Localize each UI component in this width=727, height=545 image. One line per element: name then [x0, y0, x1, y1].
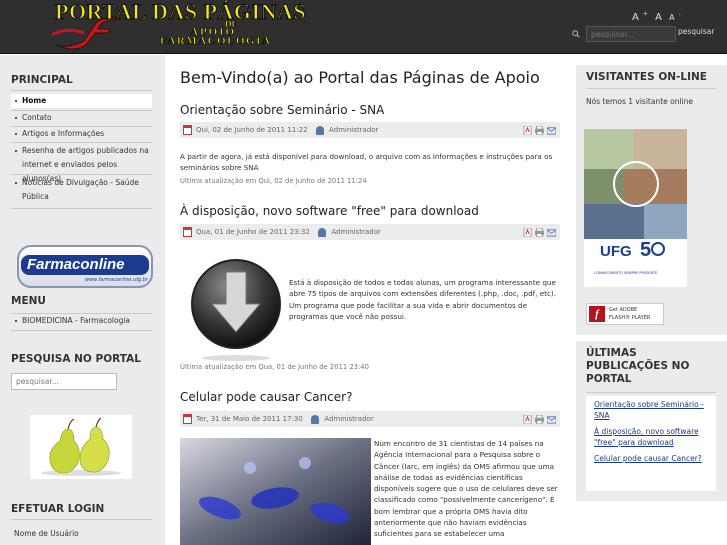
ufg-logo-text: UFG: [600, 243, 632, 260]
email-icon[interactable]: [547, 415, 556, 424]
article-date: Qua, 01 de Junho de 2011 23:32: [196, 228, 310, 236]
header-search-input[interactable]: [586, 26, 676, 42]
article-updated-1: Última atualização em Qui, 02 de Junho d…: [180, 177, 367, 185]
ufg-slogan: CONHECIMENTO SEMPRE PRESENTE: [594, 271, 658, 275]
article-author: Administrador: [331, 228, 381, 236]
menu-item-artigos[interactable]: Artigos e Informações: [11, 127, 152, 141]
flash-box: f Get ADOBE FLASH® PLAYER: [576, 301, 727, 335]
pdf-icon[interactable]: [523, 228, 532, 237]
pears-icon: [41, 417, 121, 476]
article-body-2: Está à disposição de todos e todas aluna…: [289, 278, 557, 321]
page-title: Bem-Vindo(a) ao Portal das Páginas de Ap…: [180, 68, 540, 87]
article-date: Ter, 31 de Maio de 2011 17:30: [196, 415, 303, 423]
flash-icon: f: [589, 306, 605, 322]
article-title-2[interactable]: À disposição, novo software "free" para …: [180, 204, 479, 218]
article-meta-3: Ter, 31 de Maio de 2011 17:30 Administra…: [180, 411, 560, 427]
ufg-collage-image: [584, 129, 687, 239]
latest-title: ÚLTIMAS PUBLICAÇÕES NO PORTAL: [586, 347, 690, 385]
latest-item-2[interactable]: À disposição, novo software "free" para …: [594, 426, 714, 448]
search-portal-title: PESQUISA NO PORTAL: [11, 353, 141, 365]
article-updated-2: Última atualização em Qua, 01 de Junho d…: [180, 363, 369, 371]
calendar-icon: [183, 227, 192, 237]
menu-item-biomedicina[interactable]: BIOMEDICINA - Farmacologia: [11, 314, 152, 328]
logo-line-1: PORTAL DAS PÁGINAS: [54, 0, 307, 25]
email-icon[interactable]: [547, 126, 556, 135]
print-icon[interactable]: [535, 415, 544, 424]
menu-item-noticias[interactable]: Notícias de Divulgação - Saúde Pública: [11, 176, 152, 204]
article-body-3: Num encontro de 31 cientistas de 14 país…: [374, 439, 558, 539]
article-meta-2: Qua, 01 de Junho de 2011 23:32 Administr…: [180, 224, 560, 240]
menu-item-contato[interactable]: Contato: [11, 111, 152, 125]
ads-box: UFG 5 CONHECIMENTO SEMPRE PRESENTE: [576, 121, 727, 301]
pears-image: [30, 415, 132, 479]
login-title: EFETUAR LOGIN: [11, 503, 105, 515]
user-icon: [315, 125, 324, 135]
font-size-controls: A + A A-: [632, 11, 685, 23]
calendar-icon: [183, 125, 192, 135]
article-title-1[interactable]: Orientação sobre Seminário - SNA: [180, 103, 384, 117]
visitors-title: VISITANTES ON-LINE: [586, 71, 707, 83]
header: PORTAL DAS PÁGINAS DE APOIO FARMACOLOGIA…: [0, 0, 727, 54]
user-icon: [318, 227, 327, 237]
article-author: Administrador: [324, 415, 374, 423]
search-icon: [572, 30, 580, 38]
pdf-icon[interactable]: [523, 415, 532, 424]
logo-line-4: FARMACOLOGIA: [160, 35, 272, 48]
pdf-icon[interactable]: [523, 126, 532, 135]
font-reset-button[interactable]: A: [655, 12, 662, 23]
username-label: Nome de Usuário: [14, 529, 79, 538]
farmaconline-banner[interactable]: Farmaconline www.farmaconline.ufg.br: [17, 245, 153, 288]
get-flash-button[interactable]: f Get ADOBE FLASH® PLAYER: [586, 303, 664, 325]
print-icon[interactable]: [535, 228, 544, 237]
visitors-box: VISITANTES ON-LINE Nós temos 1 visitante…: [576, 65, 727, 121]
article-meta-1: Qui, 02 de Junho de 2011 11:22 Administr…: [180, 122, 560, 138]
left-sidebar: PRINCIPAL Home Contato Artigos e Informa…: [0, 55, 165, 545]
download-arrow-icon: [191, 259, 281, 361]
site-logo[interactable]: PORTAL DAS PÁGINAS DE APOIO FARMACOLOGIA: [50, 0, 395, 51]
article-author: Administrador: [329, 126, 379, 134]
print-icon[interactable]: [535, 126, 544, 135]
cellphone-image: [180, 438, 371, 545]
flash-player-text: FLASH® PLAYER: [609, 315, 651, 321]
latest-item-3[interactable]: Celular pode causar Cancer?: [594, 453, 714, 464]
banner-url: www.farmaconline.ufg.br: [85, 277, 148, 283]
principal-title: PRINCIPAL: [11, 74, 73, 86]
visitors-text: Nós temos 1 visitante online: [586, 97, 694, 106]
calendar-icon: [183, 414, 192, 424]
ufg-banner[interactable]: UFG 5 CONHECIMENTO SEMPRE PRESENTE: [584, 129, 687, 287]
flash-get-text: Get ADOBE: [609, 307, 638, 313]
header-search-button[interactable]: pesquisar: [678, 27, 714, 36]
article-title-3[interactable]: Celular pode causar Cancer?: [180, 390, 352, 404]
menu-item-home[interactable]: Home: [11, 94, 152, 108]
font-smaller-button[interactable]: A-: [669, 12, 681, 23]
portal-search-input[interactable]: [11, 373, 117, 390]
menu-title: MENU: [11, 295, 46, 307]
email-icon[interactable]: [547, 228, 556, 237]
latest-box: ÚLTIMAS PUBLICAÇÕES NO PORTAL Orientação…: [576, 341, 727, 501]
article-date: Qui, 02 de Junho de 2011 11:22: [196, 126, 308, 134]
font-larger-button[interactable]: A +: [632, 11, 648, 23]
user-icon: [311, 414, 320, 424]
ufg-50-icon: 5: [640, 239, 666, 262]
article-body-1: A partir de agora, já está disponível pa…: [180, 152, 553, 172]
banner-text: Farmaconline: [27, 256, 125, 273]
latest-item-1[interactable]: Orientação sobre Seminário - SNA: [594, 399, 714, 421]
